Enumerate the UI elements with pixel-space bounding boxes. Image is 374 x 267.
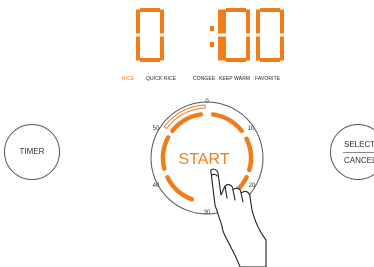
dial-tick-label-10: 10	[248, 126, 255, 132]
dial-tick-label-30: 30	[204, 210, 211, 216]
start-label[interactable]: START	[179, 151, 230, 168]
dial-progress-segment	[160, 135, 171, 171]
dial-tick-label-20: 20	[249, 183, 256, 189]
dial-tick-label-40: 40	[153, 183, 160, 189]
hand-pointer-icon	[210, 168, 267, 267]
dial-tick-label-50: 50	[153, 126, 160, 132]
dial-progress-segment	[244, 136, 254, 173]
dial-progress-segment	[210, 112, 244, 134]
dial-progress-segment	[165, 175, 195, 202]
